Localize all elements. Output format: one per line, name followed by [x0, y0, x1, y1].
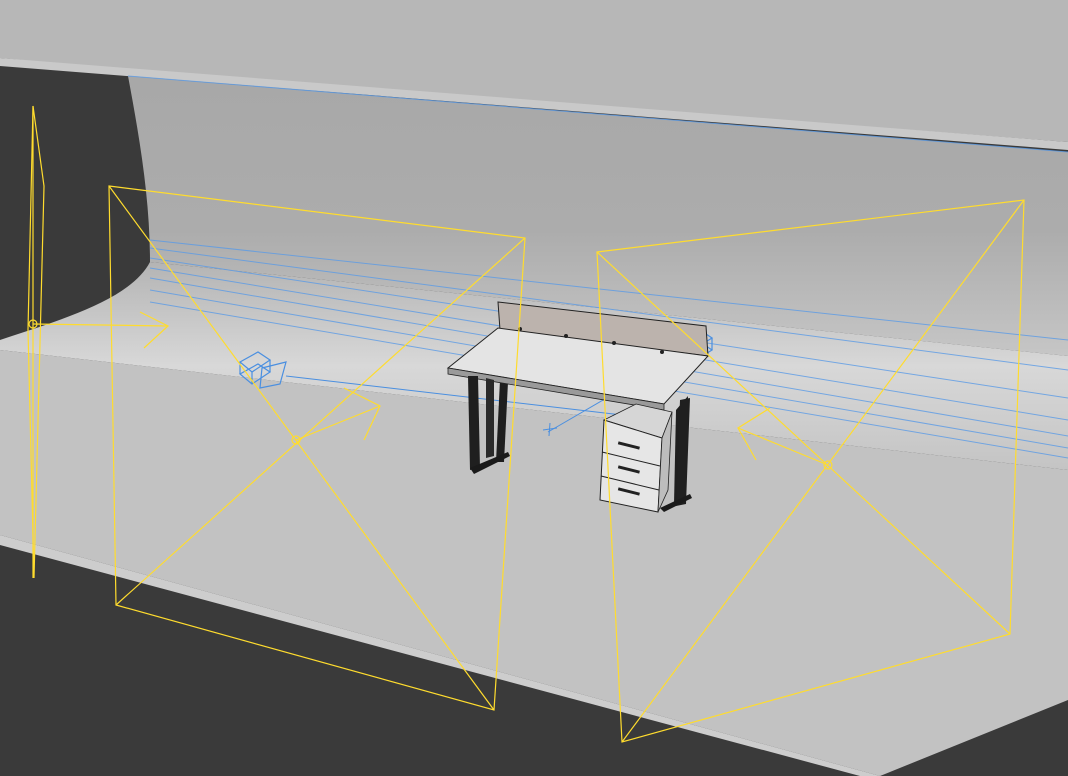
desk-leg-left [468, 376, 480, 470]
3d-viewport[interactable] [0, 0, 1068, 776]
drawer-unit [599, 403, 673, 513]
